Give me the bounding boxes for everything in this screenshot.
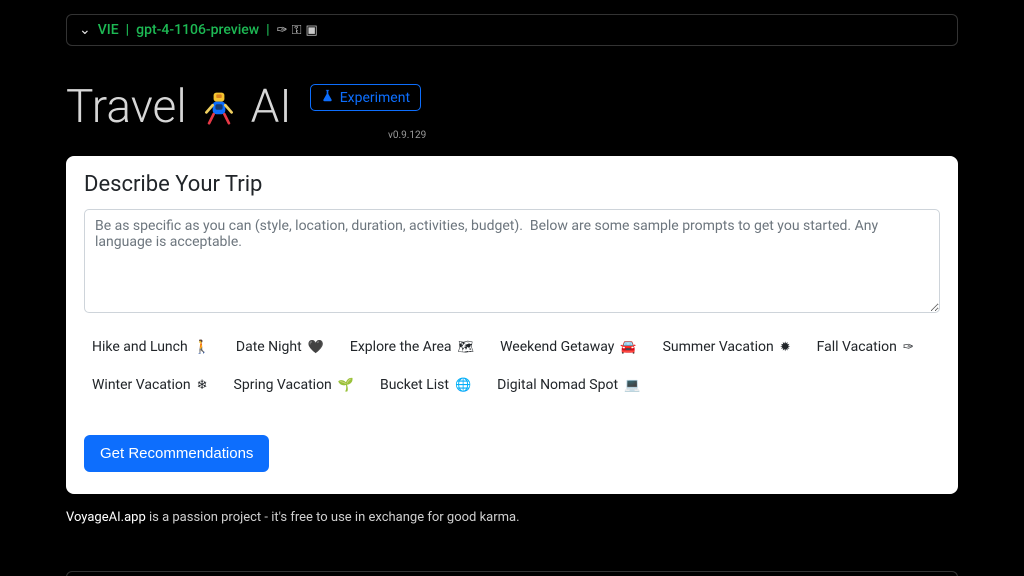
- debug-trailing-icons: ✑⚿▣: [277, 23, 322, 38]
- car-icon: 🚘: [620, 340, 636, 355]
- get-recommendations-button[interactable]: Get Recommendations: [84, 435, 269, 472]
- seedling-icon: 🌱: [338, 378, 354, 393]
- debug-model: gpt-4-1106-preview: [136, 22, 259, 38]
- prompt-chip-hiking[interactable]: Hike and Lunch 🚶: [92, 339, 210, 355]
- folder-icon: ▣: [305, 23, 321, 38]
- sun-icon: ✹: [780, 340, 791, 355]
- footer-brand: VoyageAI.app: [66, 510, 146, 525]
- heart-icon: 🖤: [308, 340, 324, 355]
- prompt-chip-laptop[interactable]: Digital Nomad Spot 💻: [497, 377, 640, 393]
- prompt-chip-seedling[interactable]: Spring Vacation 🌱: [234, 377, 354, 393]
- leaf-icon: ✑: [277, 23, 292, 38]
- chip-label: Bucket List: [380, 377, 449, 393]
- sample-prompt-chips: Hike and Lunch 🚶 Date Night 🖤 Explore the Ar…: [84, 339, 940, 393]
- app-title-row: Travel AI Experiment v0.9.: [66, 80, 958, 134]
- experiment-badge[interactable]: Experiment: [310, 84, 421, 111]
- key-icon: ⚿: [292, 23, 306, 38]
- model-debug-bar[interactable]: ⌄ VIE | gpt-4-1106-preview | ✑⚿▣: [66, 14, 958, 46]
- chip-label: Spring Vacation: [234, 377, 332, 393]
- chip-label: Digital Nomad Spot: [497, 377, 618, 393]
- debug-tail-sep: |: [266, 22, 269, 38]
- map-icon: 🗺: [458, 340, 475, 355]
- backpacker-icon: [201, 89, 237, 125]
- leaf-icon: ✑: [903, 340, 914, 355]
- prompt-chip-leaf[interactable]: Fall Vacation ✑: [817, 339, 914, 355]
- chevron-down-icon: ⌄: [79, 22, 91, 38]
- hiking-icon: 🚶: [194, 340, 210, 355]
- packing-list-collapsed[interactable]: ⌄ Packing List: [66, 571, 958, 576]
- prompt-chip-snowflake[interactable]: Winter Vacation ❄: [92, 377, 208, 393]
- title-part2: AI: [251, 80, 292, 134]
- flask-icon: [321, 89, 334, 106]
- debug-prefix: VIE: [98, 22, 119, 38]
- trip-description-input[interactable]: [84, 209, 940, 313]
- describe-trip-card: Describe Your Trip Hike and Lunch 🚶 Date N…: [66, 156, 958, 494]
- chip-label: Fall Vacation: [817, 339, 897, 355]
- prompt-chip-heart[interactable]: Date Night 🖤: [236, 339, 324, 355]
- title-part1: Travel: [66, 80, 187, 134]
- chip-label: Explore the Area: [350, 339, 452, 355]
- laptop-icon: 💻: [624, 378, 640, 393]
- chip-label: Weekend Getaway: [500, 339, 614, 355]
- footer-rest: is a passion project - it's free to use …: [146, 510, 520, 525]
- chip-label: Winter Vacation: [92, 377, 191, 393]
- app-title: Travel AI: [66, 80, 292, 134]
- globe-icon: 🌐: [455, 378, 471, 393]
- chip-label: Summer Vacation: [663, 339, 774, 355]
- debug-sep: |: [126, 22, 129, 38]
- experiment-label: Experiment: [340, 90, 410, 106]
- prompt-chip-globe[interactable]: Bucket List 🌐: [380, 377, 471, 393]
- version-label: v0.9.129: [388, 130, 426, 141]
- snowflake-icon: ❄: [197, 378, 208, 393]
- prompt-chip-map[interactable]: Explore the Area 🗺: [350, 339, 474, 355]
- card-heading: Describe Your Trip: [84, 172, 940, 197]
- prompt-chip-car[interactable]: Weekend Getaway 🚘: [500, 339, 637, 355]
- prompt-chip-sun[interactable]: Summer Vacation ✹: [663, 339, 791, 355]
- chip-label: Hike and Lunch: [92, 339, 188, 355]
- chip-label: Date Night: [236, 339, 302, 355]
- footer-tagline: VoyageAI.app is a passion project - it's…: [66, 510, 958, 525]
